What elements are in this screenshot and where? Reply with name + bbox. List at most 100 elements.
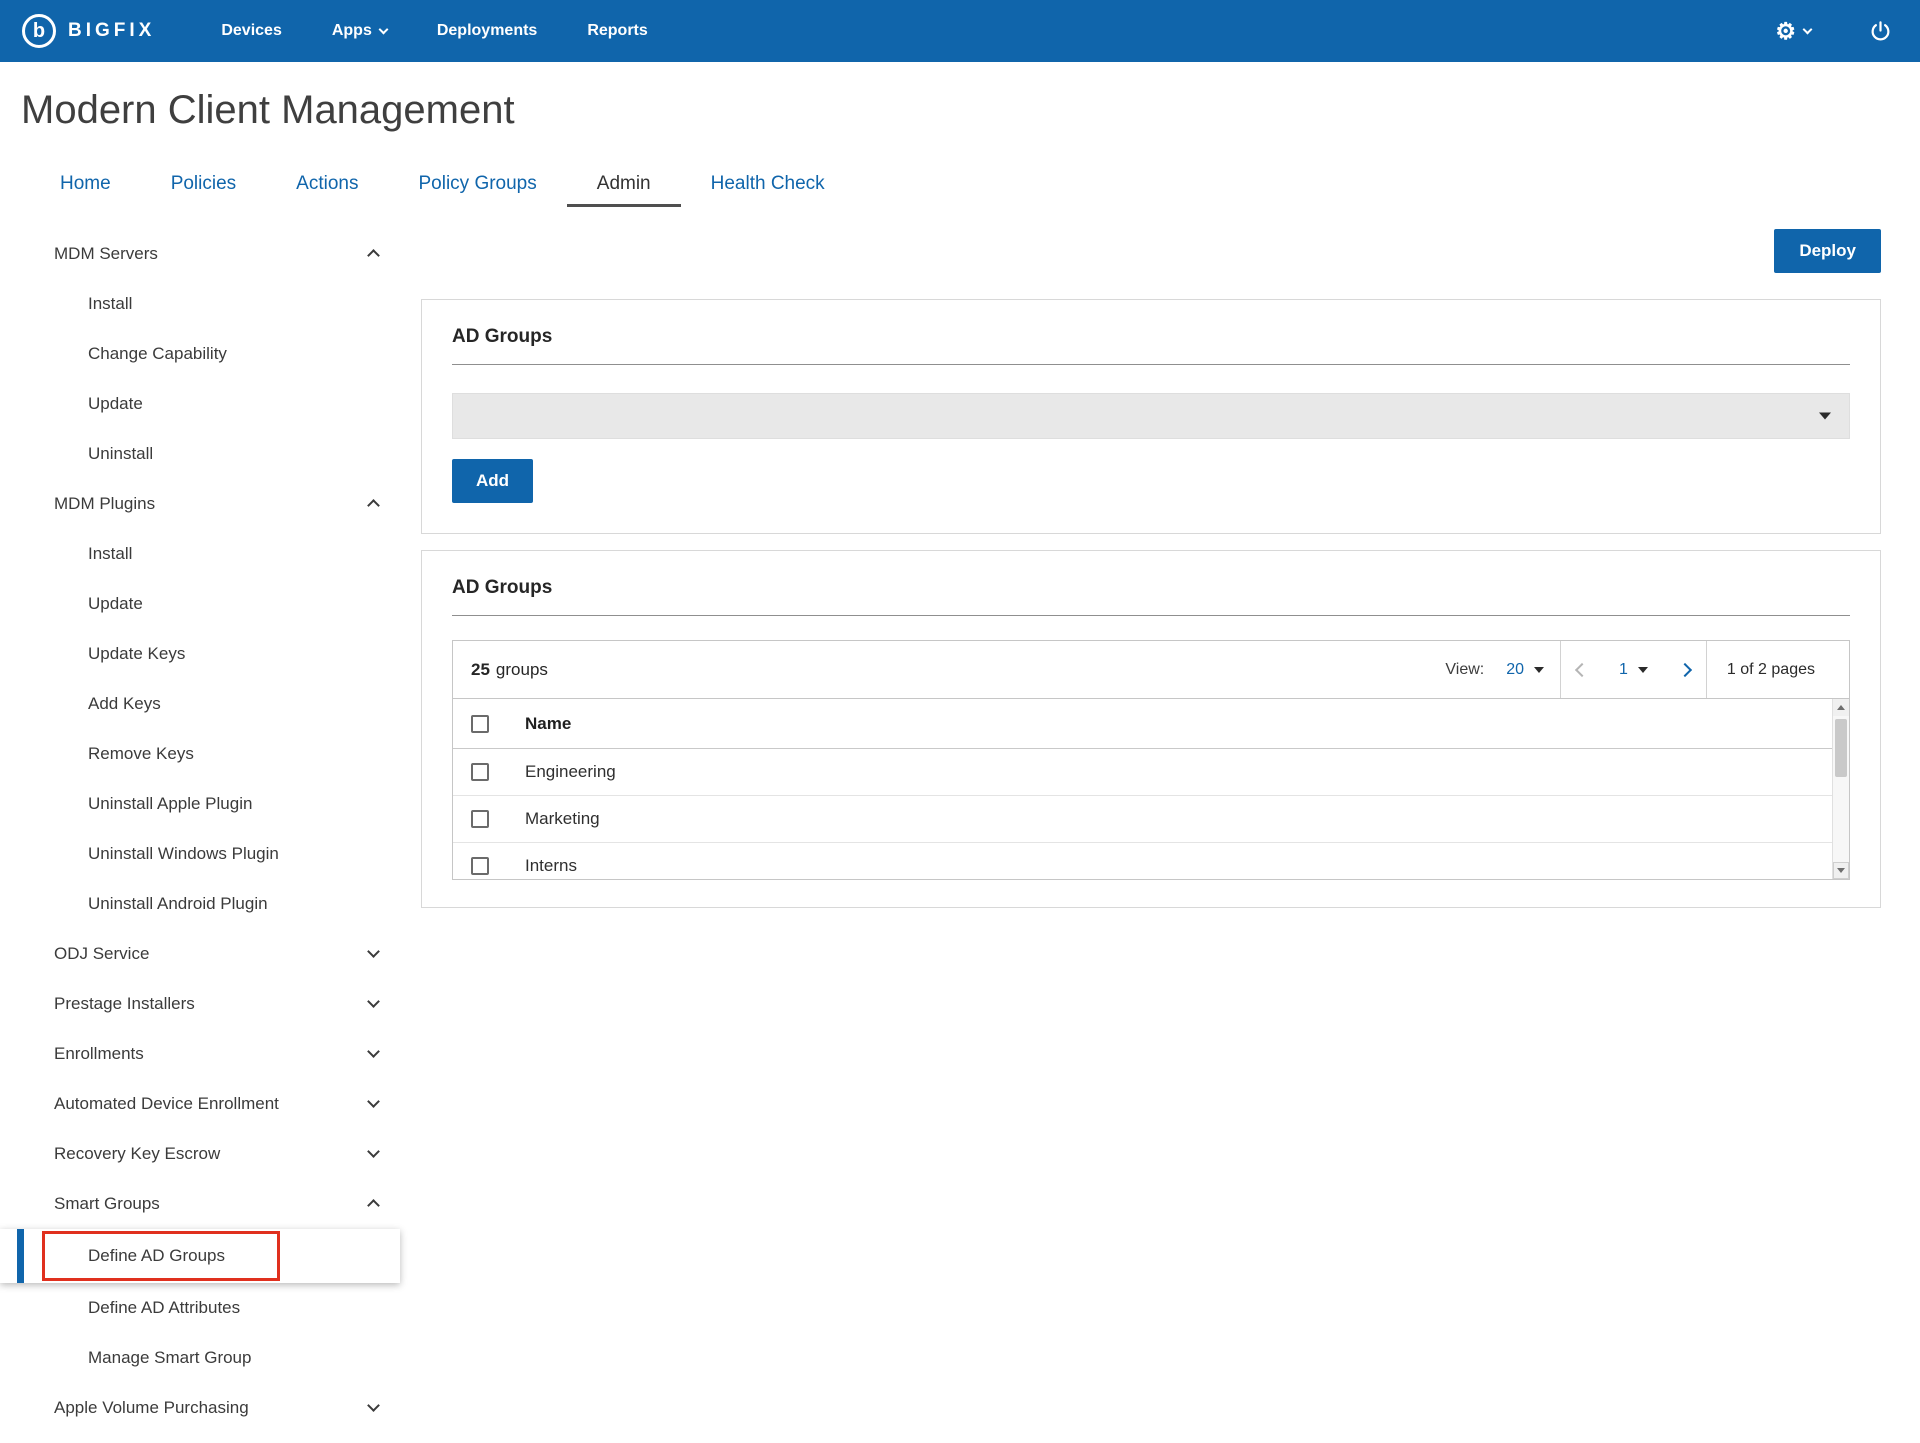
chevron-down-icon xyxy=(378,25,388,35)
sidebar-item-label: Update xyxy=(88,594,143,614)
nav-deployments[interactable]: Deployments xyxy=(437,22,537,40)
deploy-button[interactable]: Deploy xyxy=(1774,229,1881,273)
nav-apps[interactable]: Apps xyxy=(332,22,387,40)
sidebar-item-label: Define AD Groups xyxy=(88,1246,225,1265)
section-label: Smart Groups xyxy=(54,1194,160,1214)
sidebar-section-mdm-plugins[interactable]: MDM Plugins xyxy=(0,479,400,529)
sidebar-item-define-ad-groups[interactable]: Define AD Groups xyxy=(0,1229,400,1283)
chevron-up-icon xyxy=(367,1199,380,1212)
sidebar-section-smart-groups[interactable]: Smart Groups xyxy=(0,1179,400,1229)
nav-reports[interactable]: Reports xyxy=(587,22,647,40)
page-number-select[interactable]: 1 xyxy=(1603,641,1664,698)
logout-button[interactable] xyxy=(1869,20,1892,43)
sidebar-item-define-ad-attributes[interactable]: Define AD Attributes xyxy=(0,1283,400,1333)
main-panel: Deploy AD Groups Add AD Groups 25 groups… xyxy=(400,229,1920,908)
card-title: AD Groups xyxy=(452,577,1850,616)
tab-policies[interactable]: Policies xyxy=(141,163,266,207)
sidebar-item-plugins-update[interactable]: Update xyxy=(0,579,400,629)
ad-groups-list-card: AD Groups 25 groups View: 20 xyxy=(421,550,1881,908)
tab-health-check[interactable]: Health Check xyxy=(681,163,855,207)
sidebar-item-change-capability[interactable]: Change Capability xyxy=(0,329,400,379)
topbar: b BIGFIX Devices Apps Deployments Report… xyxy=(0,0,1920,62)
annotation-highlight-box: Define AD Groups xyxy=(42,1231,280,1281)
settings-menu[interactable]: ⚙ xyxy=(1775,20,1811,43)
add-button[interactable]: Add xyxy=(452,459,533,503)
section-label: Apple Volume Purchasing xyxy=(54,1398,249,1418)
sidebar-item-label: Update Keys xyxy=(88,644,185,664)
chevron-down-icon xyxy=(367,995,380,1008)
section-label: Recovery Key Escrow xyxy=(54,1144,220,1164)
chevron-down-icon xyxy=(367,1145,380,1158)
groups-table: Name Engineering Marketing xyxy=(453,699,1849,879)
sidebar-item-plugins-install[interactable]: Install xyxy=(0,529,400,579)
section-label: MDM Plugins xyxy=(54,494,155,514)
sidebar-item-label: Uninstall xyxy=(88,444,153,464)
sidebar-item-uninstall-windows-plugin[interactable]: Uninstall Windows Plugin xyxy=(0,829,400,879)
select-all-checkbox[interactable] xyxy=(471,715,489,733)
sidebar-section-recovery-key-escrow[interactable]: Recovery Key Escrow xyxy=(0,1129,400,1179)
content: MDM Servers Install Change Capability Up… xyxy=(0,229,1920,1443)
sidebar-section-apple-volume-purchasing[interactable]: Apple Volume Purchasing xyxy=(0,1383,400,1433)
sidebar-item-servers-update[interactable]: Update xyxy=(0,379,400,429)
pagination-next-button[interactable] xyxy=(1664,641,1706,698)
sidebar-section-prestage-installers[interactable]: Prestage Installers xyxy=(0,979,400,1029)
section-label: Prestage Installers xyxy=(54,994,195,1014)
scrollbar-thumb[interactable] xyxy=(1835,719,1847,777)
groups-count: 25 xyxy=(471,660,490,680)
sidebar-item-manage-smart-group[interactable]: Manage Smart Group xyxy=(0,1333,400,1383)
groups-listbox: 25 groups View: 20 1 xyxy=(452,640,1850,880)
sidebar-item-label: Add Keys xyxy=(88,694,161,714)
sidebar-item-label: Define AD Attributes xyxy=(88,1298,240,1318)
table-row[interactable]: Engineering xyxy=(453,749,1849,796)
sidebar-item-remove-keys[interactable]: Remove Keys xyxy=(0,729,400,779)
sidebar-item-label: Install xyxy=(88,294,132,314)
tab-policy-groups[interactable]: Policy Groups xyxy=(388,163,566,207)
power-icon xyxy=(1869,20,1892,43)
cell-group-name: Marketing xyxy=(525,809,600,829)
sidebar-section-enrollments[interactable]: Enrollments xyxy=(0,1029,400,1079)
nav-devices[interactable]: Devices xyxy=(221,22,282,40)
tab-admin[interactable]: Admin xyxy=(567,163,681,207)
sidebar-item-uninstall-apple-plugin[interactable]: Uninstall Apple Plugin xyxy=(0,779,400,829)
admin-sidebar: MDM Servers Install Change Capability Up… xyxy=(0,229,400,1443)
scroll-up-icon xyxy=(1837,705,1845,710)
gear-icon: ⚙ xyxy=(1775,20,1796,43)
bigfix-logo[interactable]: b BIGFIX xyxy=(22,14,155,48)
sidebar-item-label: Uninstall Android Plugin xyxy=(88,894,268,914)
pagination-prev-button[interactable] xyxy=(1561,641,1603,698)
dropdown-caret-icon xyxy=(1638,667,1648,673)
nav-reports-label: Reports xyxy=(587,22,647,40)
tab-home[interactable]: Home xyxy=(30,163,141,207)
ad-group-select[interactable] xyxy=(452,393,1850,439)
nav-apps-label: Apps xyxy=(332,22,372,40)
sidebar-section-odj-service[interactable]: ODJ Service xyxy=(0,929,400,979)
scroll-down-icon xyxy=(1837,868,1845,873)
page-size-value: 20 xyxy=(1506,661,1524,679)
sidebar-item-update-keys[interactable]: Update Keys xyxy=(0,629,400,679)
sidebar-section-automated-device-enrollment[interactable]: Automated Device Enrollment xyxy=(0,1079,400,1129)
table-scrollbar[interactable] xyxy=(1832,699,1849,879)
sidebar-item-label: Update xyxy=(88,394,143,414)
row-checkbox[interactable] xyxy=(471,810,489,828)
sidebar-item-add-keys[interactable]: Add Keys xyxy=(0,679,400,729)
row-checkbox[interactable] xyxy=(471,763,489,781)
section-label: ODJ Service xyxy=(54,944,149,964)
active-indicator-bar xyxy=(17,1229,24,1283)
sidebar-item-servers-install[interactable]: Install xyxy=(0,279,400,329)
page-size-select[interactable]: 20 xyxy=(1490,641,1560,698)
brand-name: BIGFIX xyxy=(68,20,155,42)
chevron-down-icon xyxy=(1803,25,1813,35)
chevron-down-icon xyxy=(367,1399,380,1412)
table-row[interactable]: Marketing xyxy=(453,796,1849,843)
sidebar-item-uninstall-android-plugin[interactable]: Uninstall Android Plugin xyxy=(0,879,400,929)
table-row[interactable]: Interns xyxy=(453,843,1849,879)
page-tabs: Home Policies Actions Policy Groups Admi… xyxy=(0,163,1920,207)
table-toolbar: 25 groups View: 20 1 xyxy=(453,641,1849,699)
scrollbar-down-button[interactable] xyxy=(1833,862,1849,879)
row-checkbox[interactable] xyxy=(471,857,489,875)
tab-actions[interactable]: Actions xyxy=(266,163,388,207)
sidebar-item-servers-uninstall[interactable]: Uninstall xyxy=(0,429,400,479)
sidebar-section-mdm-servers[interactable]: MDM Servers xyxy=(0,229,400,279)
scrollbar-up-button[interactable] xyxy=(1833,699,1849,716)
chevron-down-icon xyxy=(367,945,380,958)
